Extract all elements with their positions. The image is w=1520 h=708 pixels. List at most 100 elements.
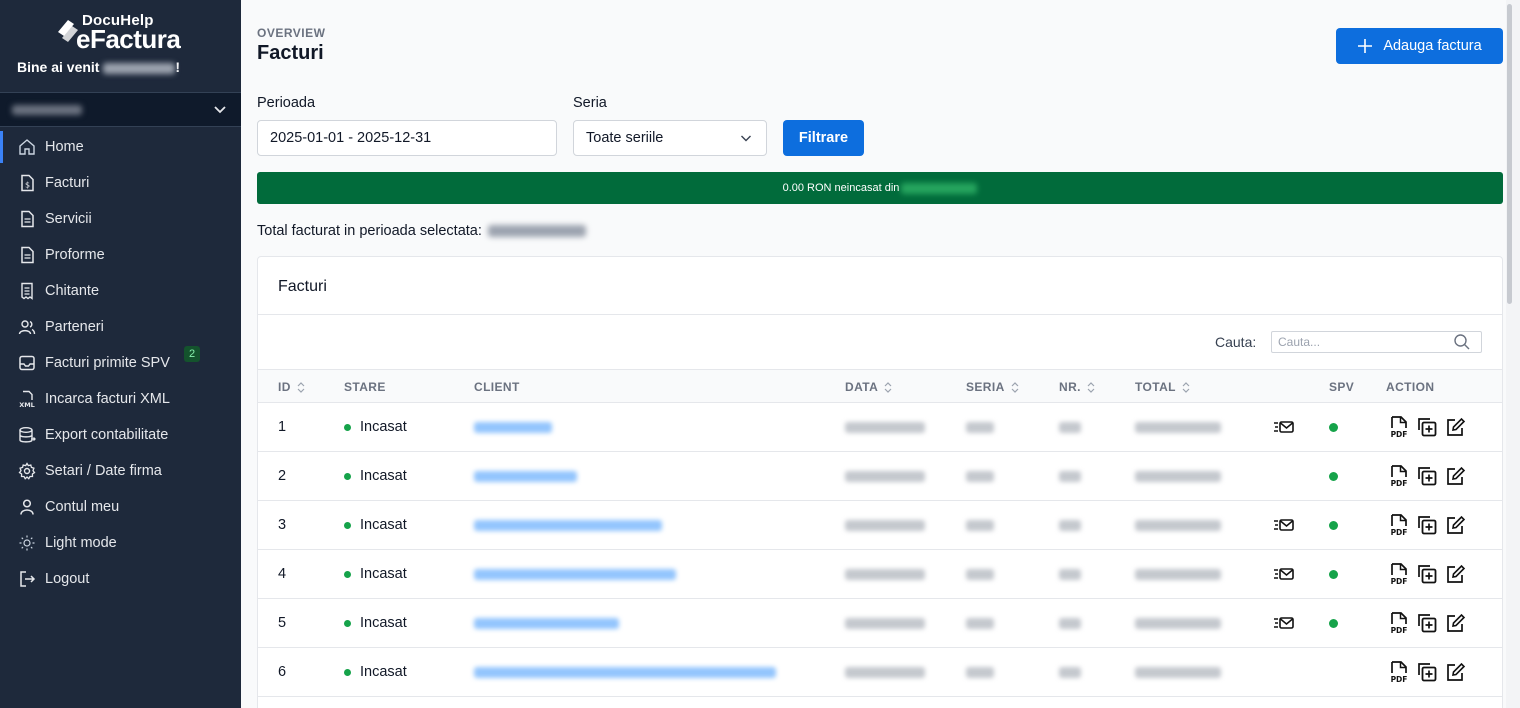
duplicate-icon[interactable] (1416, 415, 1438, 439)
sidebar-item-facturi[interactable]: $ Facturi (0, 165, 241, 201)
sidebar-item-light-mode[interactable]: Light mode (0, 525, 241, 561)
column-action: ACTION (1386, 380, 1434, 394)
email-sent-icon[interactable] (1273, 566, 1295, 582)
edit-icon[interactable] (1444, 513, 1466, 537)
pdf-icon[interactable]: PDF (1388, 611, 1410, 635)
duplicate-icon[interactable] (1416, 611, 1438, 635)
series-select[interactable]: Toate seriile (573, 120, 767, 156)
column-seria[interactable]: SERIA (966, 380, 1019, 394)
search-input[interactable]: Cauta... (1271, 331, 1482, 353)
redacted-client-link[interactable] (474, 569, 676, 580)
row-actions: PDF (1388, 562, 1466, 586)
cell-id: 2 (278, 468, 287, 484)
state-label: Incasat (360, 468, 407, 484)
document-icon (21, 210, 34, 228)
pdf-icon[interactable]: PDF (1388, 415, 1410, 439)
edit-icon[interactable] (1444, 660, 1466, 684)
sidebar-item-servicii[interactable]: Servicii (0, 201, 241, 237)
sidebar-item-incarca-xml[interactable]: XML Incarca facturi XML (0, 381, 241, 417)
email-sent-icon[interactable] (1273, 419, 1295, 435)
redacted-client-link[interactable] (474, 618, 619, 629)
svg-text:PDF: PDF (1391, 577, 1408, 586)
email-sent-icon[interactable] (1273, 615, 1295, 631)
sidebar-item-setari[interactable]: Setari / Date firma (0, 453, 241, 489)
column-label: STARE (344, 380, 386, 394)
scrollbar-thumb[interactable] (1507, 4, 1512, 304)
table-row[interactable]: 1 Incasat PDF (258, 403, 1502, 452)
status-dot (344, 472, 351, 480)
email-sent-icon[interactable] (1273, 517, 1295, 533)
pdf-icon[interactable]: PDF (1388, 562, 1410, 586)
gear-icon (18, 462, 36, 480)
chevron-down-icon (741, 135, 751, 142)
table-row[interactable]: 2 Incasat PDF (258, 452, 1502, 501)
state-label: Incasat (360, 419, 407, 435)
redacted-total-value (1135, 667, 1221, 678)
database-icon (19, 427, 36, 443)
pdf-icon[interactable]: PDF (1388, 660, 1410, 684)
column-label: SPV (1329, 380, 1355, 394)
sidebar-item-home[interactable]: Home (0, 129, 241, 165)
column-label: SERIA (966, 380, 1005, 394)
sidebar-item-label: Facturi (45, 175, 90, 191)
edit-icon[interactable] (1444, 562, 1466, 586)
column-nr[interactable]: NR. (1059, 380, 1095, 394)
add-invoice-button[interactable]: Adauga factura (1336, 28, 1503, 64)
series-label: Seria (573, 95, 607, 111)
sidebar-item-contul-meu[interactable]: Contul meu (0, 489, 241, 525)
total-label: Total facturat in perioada selectata: (257, 223, 482, 239)
edit-icon[interactable] (1444, 611, 1466, 635)
table-row[interactable]: 6 Incasat PDF (258, 648, 1502, 697)
row-actions: PDF (1388, 660, 1466, 684)
svg-text:PDF: PDF (1391, 675, 1408, 684)
sidebar-item-logout[interactable]: Logout (0, 561, 241, 597)
cell-state: Incasat (344, 419, 407, 435)
spv-status-dot (1329, 423, 1338, 432)
sidebar-item-parteneri[interactable]: Parteneri (0, 309, 241, 345)
period-input[interactable]: 2025-01-01 - 2025-12-31 (257, 120, 557, 156)
redacted-date (845, 422, 925, 433)
scrollbar[interactable] (1506, 0, 1513, 708)
pdf-icon[interactable]: PDF (1388, 513, 1410, 537)
sidebar-item-proforme[interactable]: Proforme (0, 237, 241, 273)
logout-icon (20, 571, 36, 587)
redacted-client-link[interactable] (474, 520, 662, 531)
table-row[interactable]: 3 Incasat PDF (258, 501, 1502, 550)
edit-icon[interactable] (1444, 415, 1466, 439)
sidebar-item-label: Light mode (45, 535, 117, 551)
duplicate-icon[interactable] (1416, 513, 1438, 537)
state-label: Incasat (360, 615, 407, 631)
column-id[interactable]: ID (278, 380, 305, 394)
sidebar-item-export[interactable]: Export contabilitate (0, 417, 241, 453)
column-data[interactable]: DATA (845, 380, 892, 394)
duplicate-icon[interactable] (1416, 660, 1438, 684)
sidebar-item-facturi-primite-spv[interactable]: Facturi primite SPV 2 (0, 345, 241, 381)
table-row[interactable]: 5 Incasat PDF (258, 599, 1502, 648)
xml-icon: XML (19, 390, 35, 408)
pdf-icon[interactable]: PDF (1388, 464, 1410, 488)
redacted-total-value (1135, 520, 1221, 531)
column-label: CLIENT (474, 380, 520, 394)
redacted-client-link[interactable] (474, 422, 552, 433)
redacted-client-link[interactable] (474, 667, 776, 678)
welcome-prefix: Bine ai venit (17, 59, 100, 75)
redacted-date (845, 520, 925, 531)
duplicate-icon[interactable] (1416, 464, 1438, 488)
company-select[interactable] (0, 92, 241, 127)
status-dot (344, 668, 351, 676)
edit-icon[interactable] (1444, 464, 1466, 488)
redacted-client-link[interactable] (474, 471, 577, 482)
sort-icon (1087, 381, 1095, 393)
column-total[interactable]: TOTAL (1135, 380, 1190, 394)
cell-state: Incasat (344, 517, 407, 533)
sidebar-item-chitante[interactable]: Chitante (0, 273, 241, 309)
filter-button[interactable]: Filtrare (783, 120, 864, 156)
status-dot (344, 570, 351, 578)
table-row[interactable]: 4 Incasat PDF (258, 550, 1502, 599)
cell-id: 6 (278, 664, 287, 680)
duplicate-icon[interactable] (1416, 562, 1438, 586)
redacted-number (1059, 569, 1081, 580)
logo[interactable]: DocuHelp eFactura (54, 12, 194, 54)
logo-text-main: eFactura (76, 24, 181, 54)
sidebar: DocuHelp eFactura Bine ai venit ! Home $… (0, 0, 241, 708)
